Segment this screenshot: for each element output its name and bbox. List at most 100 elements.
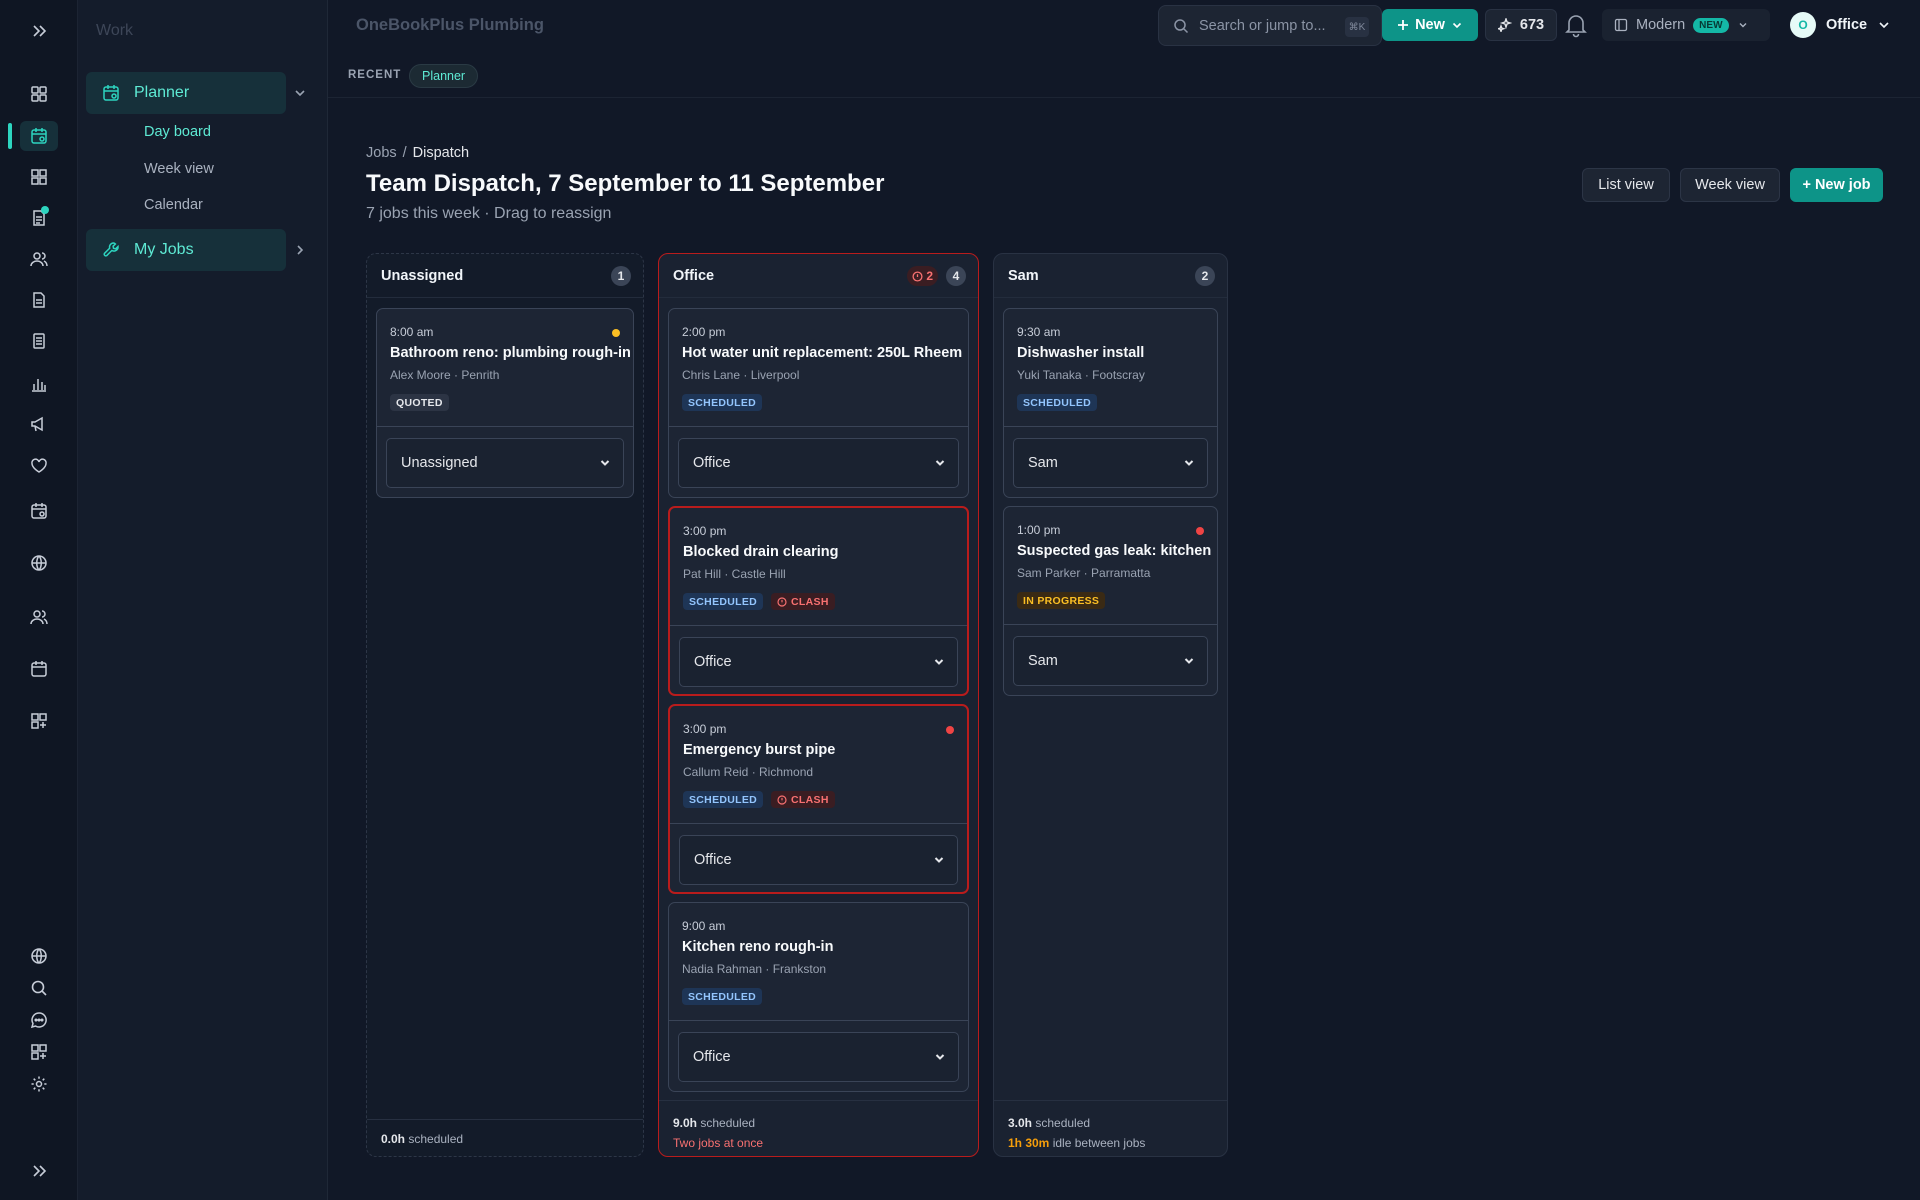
documents-icon[interactable] <box>20 203 58 233</box>
breadcrumb-jobs[interactable]: Jobs <box>366 145 397 161</box>
clash-warning: Two jobs at once <box>673 1136 764 1150</box>
invoices-icon[interactable] <box>20 285 58 315</box>
new-button[interactable]: New <box>1382 9 1478 41</box>
reports-icon[interactable] <box>20 369 58 399</box>
user-menu[interactable]: O Office <box>1790 12 1891 38</box>
column-sam[interactable]: Sam 2 9:30 am Dishwasher install Yuki Ta… <box>993 253 1228 1157</box>
job-card[interactable]: 8:00 am Bathroom reno: plumbing rough-in… <box>376 308 634 498</box>
planner-icon[interactable] <box>20 121 58 151</box>
job-card-body: 8:00 am Bathroom reno: plumbing rough-in… <box>377 309 633 427</box>
chevron-down-icon <box>934 457 946 469</box>
scheduled-line: 9.0h scheduled <box>673 1113 964 1133</box>
assignee-select[interactable]: Sam <box>1013 636 1208 686</box>
top-bar: OneBookPlus Plumbing Search or jump to..… <box>328 0 1920 50</box>
column-title: Sam <box>1008 268 1039 284</box>
settings-icon[interactable] <box>20 1069 58 1099</box>
globe-icon[interactable] <box>20 941 58 971</box>
search-input[interactable]: Search or jump to... ⌘K <box>1158 5 1382 46</box>
chevron-down-icon <box>1737 19 1749 31</box>
chevron-down-icon <box>934 1051 946 1063</box>
mode-switcher[interactable]: Modern NEW <box>1602 9 1770 41</box>
list-view-button[interactable]: List view <box>1582 168 1670 202</box>
new-job-button[interactable]: + New job <box>1790 168 1883 202</box>
job-title: Dishwasher install <box>1017 345 1145 361</box>
job-card[interactable]: 1:00 pm Suspected gas leak: kitchen Sam … <box>1003 506 1218 696</box>
assignee-select[interactable]: Office <box>678 438 959 488</box>
search-icon[interactable] <box>20 973 58 1003</box>
plus-icon <box>1397 19 1409 31</box>
recent-chip-planner[interactable]: Planner <box>409 64 479 88</box>
add-app-icon[interactable] <box>20 1037 58 1067</box>
subnav-item-day-board[interactable]: Day board <box>144 124 211 140</box>
chevron-down-icon <box>1183 457 1195 469</box>
favorites-icon[interactable] <box>20 451 58 481</box>
job-card[interactable]: 3:00 pm Emergency burst pipe Callum Reid… <box>668 704 969 894</box>
expand-icon[interactable] <box>20 16 58 46</box>
job-meta: Nadia Rahman · Frankston <box>682 962 827 976</box>
customers-icon[interactable] <box>20 244 58 274</box>
assignee-select[interactable]: Office <box>679 637 958 687</box>
add-app-icon[interactable] <box>20 706 58 736</box>
chevron-right-icon[interactable] <box>290 240 310 260</box>
assignee-select[interactable]: Unassigned <box>386 438 624 488</box>
chevron-down-icon <box>933 854 945 866</box>
team-icon[interactable] <box>20 602 58 632</box>
chevron-down-icon[interactable] <box>290 83 310 103</box>
calendar-icon[interactable] <box>20 496 58 526</box>
breadcrumb-dispatch: Dispatch <box>412 145 470 161</box>
assignee-select[interactable]: Sam <box>1013 438 1208 488</box>
clash-badge: CLASH <box>771 593 835 610</box>
assignee-select[interactable]: Office <box>679 835 958 885</box>
job-title: Emergency burst pipe <box>683 742 836 758</box>
column-unassigned[interactable]: Unassigned 1 8:00 am Bathroom reno: plum… <box>366 253 644 1157</box>
subnav-group-planner[interactable]: Planner <box>86 72 286 114</box>
chat-icon[interactable] <box>20 1005 58 1035</box>
new-button-label: New <box>1415 17 1445 33</box>
assignee-value: Office <box>694 852 732 868</box>
job-card[interactable]: 3:00 pm Blocked drain clearing Pat Hill … <box>668 506 969 696</box>
subnav-item-week-view[interactable]: Week view <box>144 161 214 177</box>
status-badge: SCHEDULED <box>683 791 764 808</box>
job-time: 2:00 pm <box>682 325 726 339</box>
dashboard-icon[interactable] <box>20 79 58 109</box>
active-indicator <box>8 123 12 149</box>
icon-rail <box>0 0 78 1200</box>
job-time: 3:00 pm <box>683 722 727 736</box>
job-card[interactable]: 9:00 am Kitchen reno rough-in Nadia Rahm… <box>668 902 969 1092</box>
bell-icon[interactable] <box>1562 11 1590 39</box>
idle-duration: 1h 30m <box>1008 1136 1050 1150</box>
column-header: Sam 2 <box>994 254 1227 298</box>
job-tags: QUOTED <box>390 394 449 411</box>
column-title: Office <box>673 268 715 284</box>
subnav-item-calendar[interactable]: Calendar <box>144 197 203 213</box>
status-badge: SCHEDULED <box>682 394 763 411</box>
idle-suffix: idle between jobs <box>1052 1136 1146 1150</box>
credits-button[interactable]: 673 <box>1485 9 1557 41</box>
schedule-icon[interactable] <box>20 654 58 684</box>
job-title: Bathroom reno: plumbing rough-in <box>390 345 631 361</box>
job-card[interactable]: 9:30 am Dishwasher install Yuki Tanaka ·… <box>1003 308 1218 498</box>
week-view-button[interactable]: Week view <box>1680 168 1780 202</box>
job-tags: SCHEDULED CLASH <box>683 593 835 610</box>
job-time: 8:00 am <box>390 325 434 339</box>
credits-count: 673 <box>1519 17 1545 33</box>
column-office[interactable]: Office 2 4 2:00 pm Hot water unit replac… <box>658 253 979 1157</box>
assignee-select[interactable]: Office <box>678 1032 959 1082</box>
web-icon[interactable] <box>20 548 58 578</box>
alert-icon <box>777 596 787 607</box>
quotes-icon[interactable] <box>20 326 58 356</box>
alert-icon <box>912 270 923 282</box>
marketing-icon[interactable] <box>20 409 58 439</box>
chevron-down-icon <box>1877 18 1891 32</box>
recent-bar: RECENT Planner <box>328 50 1920 98</box>
calendar-icon <box>102 84 120 102</box>
sparkle-icon <box>1497 18 1512 32</box>
job-time: 3:00 pm <box>683 524 727 538</box>
subnav-group-my-jobs[interactable]: My Jobs <box>86 229 286 271</box>
chevron-down-icon <box>1451 19 1463 31</box>
expand-icon[interactable] <box>20 1156 58 1186</box>
job-card[interactable]: 2:00 pm Hot water unit replacement: 250L… <box>668 308 969 498</box>
job-time: 1:00 pm <box>1017 523 1061 537</box>
subnav-group-label: Planner <box>134 84 190 101</box>
apps-icon[interactable] <box>20 162 58 192</box>
